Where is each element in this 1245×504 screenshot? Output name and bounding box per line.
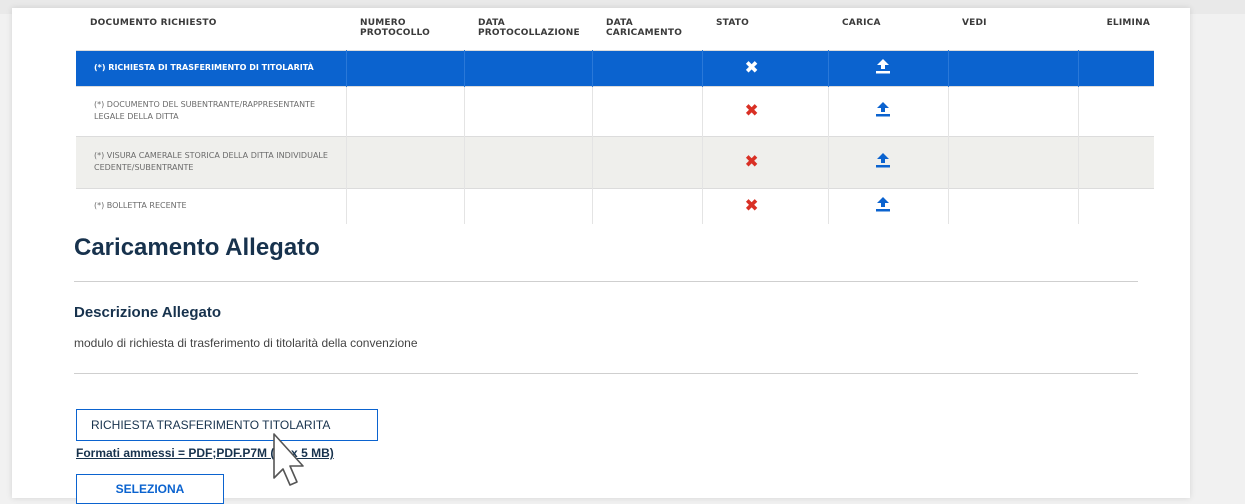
description-text: modulo di richiesta di trasferimento di …	[74, 336, 418, 350]
documents-table: DOCUMENTO RICHIESTO NUMERO PROTOCOLLO DA…	[76, 12, 1154, 224]
document-name: (*) BOLLETTA RECENTE	[76, 187, 347, 224]
protocol-cell	[346, 49, 465, 86]
view-cell	[948, 49, 1079, 86]
status-cell: ✖	[702, 49, 829, 86]
document-name: (*) VISURA CAMERALE STORICA DELLA DITTA …	[76, 135, 347, 188]
delete-cell	[1078, 85, 1154, 136]
protocol-date-cell	[464, 85, 593, 136]
upload-date-cell	[592, 49, 703, 86]
table-header-row: DOCUMENTO RICHIESTO NUMERO PROTOCOLLO DA…	[76, 12, 1154, 50]
x-icon: ✖	[744, 100, 759, 121]
status-cell: ✖	[702, 85, 829, 136]
select-file-button[interactable]: SELEZIONA	[76, 474, 224, 504]
document-type-button[interactable]: RICHIESTA TRASFERIMENTO TITOLARITA	[76, 409, 378, 441]
table-row[interactable]: (*) VISURA CAMERALE STORICA DELLA DITTA …	[76, 135, 1154, 188]
header-stato: STATO	[716, 18, 749, 28]
divider	[74, 281, 1138, 282]
divider	[74, 373, 1138, 374]
status-cell: ✖	[702, 187, 829, 224]
upload-date-cell	[592, 187, 703, 224]
protocol-cell	[346, 187, 465, 224]
delete-cell	[1078, 49, 1154, 86]
upload-cell	[828, 85, 949, 136]
upload-icon[interactable]	[874, 58, 892, 74]
protocol-date-cell	[464, 135, 593, 188]
header-data-caricamento: DATA CARICAMENTO	[606, 18, 683, 38]
table-row[interactable]: (*) DOCUMENTO DEL SUBENTRANTE/RAPPRESENT…	[76, 85, 1154, 136]
x-icon: ✖	[744, 57, 759, 78]
upload-cell	[828, 187, 949, 224]
header-carica: CARICA	[842, 18, 881, 28]
upload-icon[interactable]	[874, 101, 892, 117]
header-elimina: ELIMINA	[1106, 18, 1150, 28]
description-label: Descrizione Allegato	[74, 304, 221, 321]
x-icon: ✖	[744, 195, 759, 216]
delete-cell	[1078, 135, 1154, 188]
table-row[interactable]: (*) RICHIESTA DI TRASFERIMENTO DI TITOLA…	[76, 49, 1154, 86]
upload-cell	[828, 49, 949, 86]
protocol-cell	[346, 135, 465, 188]
header-protocollo: NUMERO PROTOCOLLO	[360, 18, 431, 38]
protocol-date-cell	[464, 49, 593, 86]
view-cell	[948, 85, 1079, 136]
protocol-cell	[346, 85, 465, 136]
header-data-protocollazione: DATA PROTOCOLLAZIONE	[478, 18, 580, 38]
status-cell: ✖	[702, 135, 829, 188]
section-title: Caricamento Allegato	[74, 234, 320, 261]
upload-cell	[828, 135, 949, 188]
document-name: (*) DOCUMENTO DEL SUBENTRANTE/RAPPRESENT…	[76, 85, 347, 136]
view-cell	[948, 135, 1079, 188]
upload-icon[interactable]	[874, 152, 892, 168]
upload-icon[interactable]	[874, 196, 892, 212]
protocol-date-cell	[464, 187, 593, 224]
view-cell	[948, 187, 1079, 224]
upload-date-cell	[592, 85, 703, 136]
x-icon: ✖	[744, 151, 759, 172]
delete-cell	[1078, 187, 1154, 224]
header-documento: DOCUMENTO RICHIESTO	[90, 18, 217, 28]
upload-date-cell	[592, 135, 703, 188]
header-vedi: VEDI	[962, 18, 987, 28]
mouse-cursor-icon	[268, 432, 312, 493]
table-row[interactable]: (*) BOLLETTA RECENTE ✖	[76, 187, 1154, 224]
document-name: (*) RICHIESTA DI TRASFERIMENTO DI TITOLA…	[76, 49, 347, 86]
